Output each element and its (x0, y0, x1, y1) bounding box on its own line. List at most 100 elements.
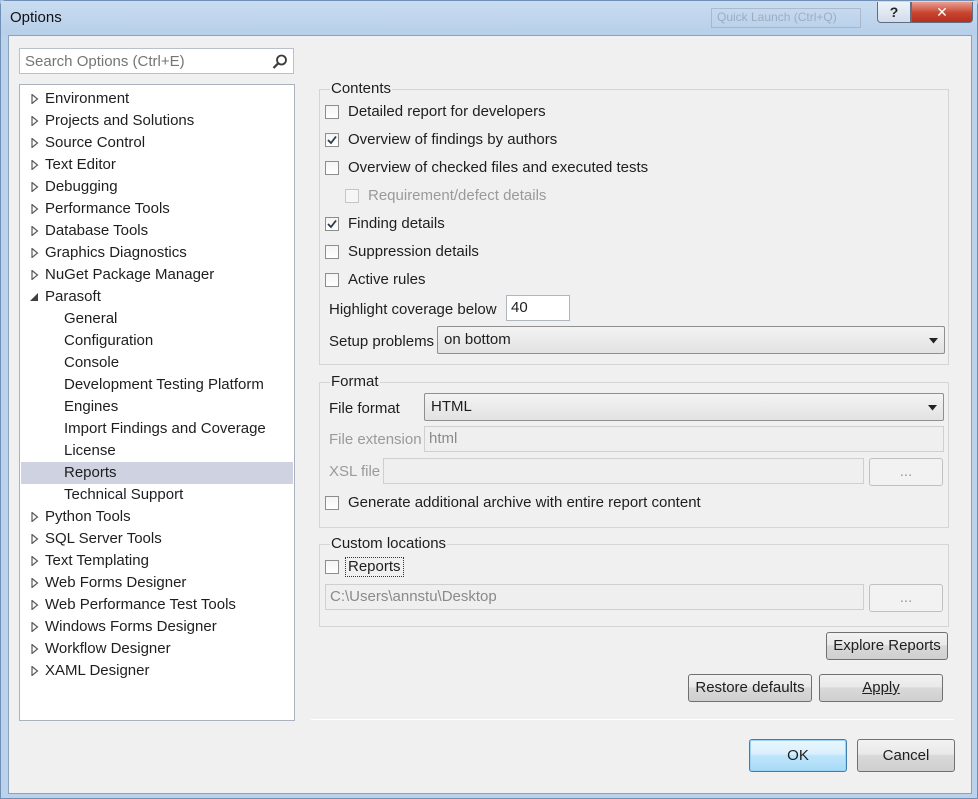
collapsed-arrow-icon[interactable] (30, 116, 40, 126)
tree-item-label: SQL Server Tools (45, 530, 162, 547)
contents-option-checkbox[interactable] (325, 273, 339, 287)
tree-item[interactable]: NuGet Package Manager (21, 264, 293, 286)
reports-location-label: Reports (348, 558, 401, 575)
format-group-title: Format (330, 373, 380, 391)
contents-option-checkbox[interactable] (325, 245, 339, 259)
tree-item[interactable]: Web Forms Designer (21, 572, 293, 594)
tree-item[interactable]: XAML Designer (21, 660, 293, 682)
ok-button[interactable]: OK (749, 739, 847, 772)
contents-option-label: Finding details (348, 215, 445, 232)
reports-location-checkbox[interactable] (325, 560, 339, 574)
collapsed-arrow-icon[interactable] (30, 160, 40, 170)
collapsed-arrow-icon[interactable] (30, 226, 40, 236)
collapsed-arrow-icon[interactable] (30, 248, 40, 258)
tree-item[interactable]: Console (21, 352, 293, 374)
tree-item[interactable]: Debugging (21, 176, 293, 198)
explore-reports-button[interactable]: Explore Reports (826, 632, 948, 660)
collapsed-arrow-icon[interactable] (30, 138, 40, 148)
tree-item[interactable]: Database Tools (21, 220, 293, 242)
tree-item-label: Database Tools (45, 222, 149, 239)
tree-item[interactable]: Reports (21, 462, 293, 484)
tree-item[interactable]: Development Testing Platform (21, 374, 293, 396)
format-group: Format File format HTML File extension h… (319, 373, 949, 528)
collapsed-arrow-icon[interactable] (30, 182, 40, 192)
tree-item-label: Windows Forms Designer (45, 618, 217, 635)
highlight-coverage-input[interactable]: 40 (506, 295, 570, 321)
tree-item-label: Web Performance Test Tools (45, 596, 236, 613)
file-format-label: File format (329, 400, 400, 417)
collapsed-arrow-icon[interactable] (30, 600, 40, 610)
tree-item[interactable]: Performance Tools (21, 198, 293, 220)
collapsed-arrow-icon[interactable] (30, 270, 40, 280)
tree-item[interactable]: Workflow Designer (21, 638, 293, 660)
cancel-button[interactable]: Cancel (857, 739, 955, 772)
tree-item[interactable]: Text Templating (21, 550, 293, 572)
tree-item-label: Import Findings and Coverage (64, 420, 266, 437)
custom-locations-group: Custom locations Reports C:\Users\annstu… (319, 535, 949, 627)
restore-defaults-button[interactable]: Restore defaults (688, 674, 812, 702)
tree-item[interactable]: Engines (21, 396, 293, 418)
tree-item[interactable]: Web Performance Test Tools (21, 594, 293, 616)
xsl-browse-button[interactable]: ... (869, 458, 943, 486)
reports-path-browse-button[interactable]: ... (869, 584, 943, 612)
search-options-box[interactable] (19, 48, 294, 74)
contents-option-checkbox[interactable] (325, 133, 339, 147)
contents-option-label: Suppression details (348, 243, 479, 260)
tree-item-label: Development Testing Platform (64, 376, 264, 393)
tree-item[interactable]: Import Findings and Coverage (21, 418, 293, 440)
collapsed-arrow-icon[interactable] (30, 556, 40, 566)
title-bar[interactable]: Options Quick Launch (Ctrl+Q) ? ✕ (1, 1, 977, 35)
collapsed-arrow-icon[interactable] (30, 666, 40, 676)
expanded-arrow-icon[interactable] (30, 292, 40, 302)
tree-item-label: License (64, 442, 116, 459)
tree-item-label: Workflow Designer (45, 640, 171, 657)
tree-item[interactable]: Configuration (21, 330, 293, 352)
help-button[interactable]: ? (877, 2, 911, 23)
checkmark-icon (327, 135, 337, 145)
contents-option-checkbox[interactable] (325, 105, 339, 119)
tree-item[interactable]: Source Control (21, 132, 293, 154)
reports-path-input[interactable]: C:\Users\annstu\Desktop (325, 584, 864, 610)
collapsed-arrow-icon[interactable] (30, 534, 40, 544)
options-tree[interactable]: Environment Projects and Solutions Source … (19, 84, 295, 721)
tree-item[interactable]: Projects and Solutions (21, 110, 293, 132)
tree-item[interactable]: Graphics Diagnostics (21, 242, 293, 264)
search-input[interactable] (20, 49, 260, 73)
tree-item[interactable]: Python Tools (21, 506, 293, 528)
search-icon[interactable] (271, 53, 289, 71)
collapsed-arrow-icon[interactable] (30, 512, 40, 522)
tree-item[interactable]: Parasoft (21, 286, 293, 308)
setup-problems-combo[interactable]: on bottom (437, 326, 945, 354)
collapsed-arrow-icon[interactable] (30, 622, 40, 632)
tree-item-label: Reports (64, 464, 117, 481)
tree-item[interactable]: SQL Server Tools (21, 528, 293, 550)
contents-option-checkbox[interactable] (325, 161, 339, 175)
contents-option-label: Overview of findings by authors (348, 131, 558, 148)
collapsed-arrow-icon[interactable] (30, 204, 40, 214)
tree-item[interactable]: License (21, 440, 293, 462)
tree-item[interactable]: Technical Support (21, 484, 293, 506)
file-format-combo[interactable]: HTML (424, 393, 944, 421)
tree-item-label: Configuration (64, 332, 154, 349)
xsl-file-input[interactable] (383, 458, 864, 484)
tree-item[interactable]: General (21, 308, 293, 330)
quick-launch-ghost: Quick Launch (Ctrl+Q) (711, 8, 861, 28)
close-button[interactable]: ✕ (911, 2, 973, 23)
collapsed-arrow-icon[interactable] (30, 94, 40, 104)
chevron-down-icon (929, 338, 938, 344)
contents-option-label: Active rules (348, 271, 426, 288)
tree-item[interactable]: Text Editor (21, 154, 293, 176)
archive-checkbox[interactable] (325, 496, 339, 510)
tree-item-label: Performance Tools (45, 200, 170, 217)
tree-item[interactable]: Environment (21, 88, 293, 110)
contents-option-label: Detailed report for developers (348, 103, 546, 120)
file-extension-input[interactable]: html (424, 426, 944, 452)
file-format-value: HTML (431, 398, 472, 415)
dialog-client-area: Environment Projects and Solutions Source … (8, 35, 972, 794)
contents-option-checkbox[interactable] (325, 217, 339, 231)
apply-button[interactable]: Apply (819, 674, 943, 702)
collapsed-arrow-icon[interactable] (30, 644, 40, 654)
collapsed-arrow-icon[interactable] (30, 578, 40, 588)
tree-item[interactable]: Windows Forms Designer (21, 616, 293, 638)
setup-problems-label: Setup problems (329, 333, 435, 350)
